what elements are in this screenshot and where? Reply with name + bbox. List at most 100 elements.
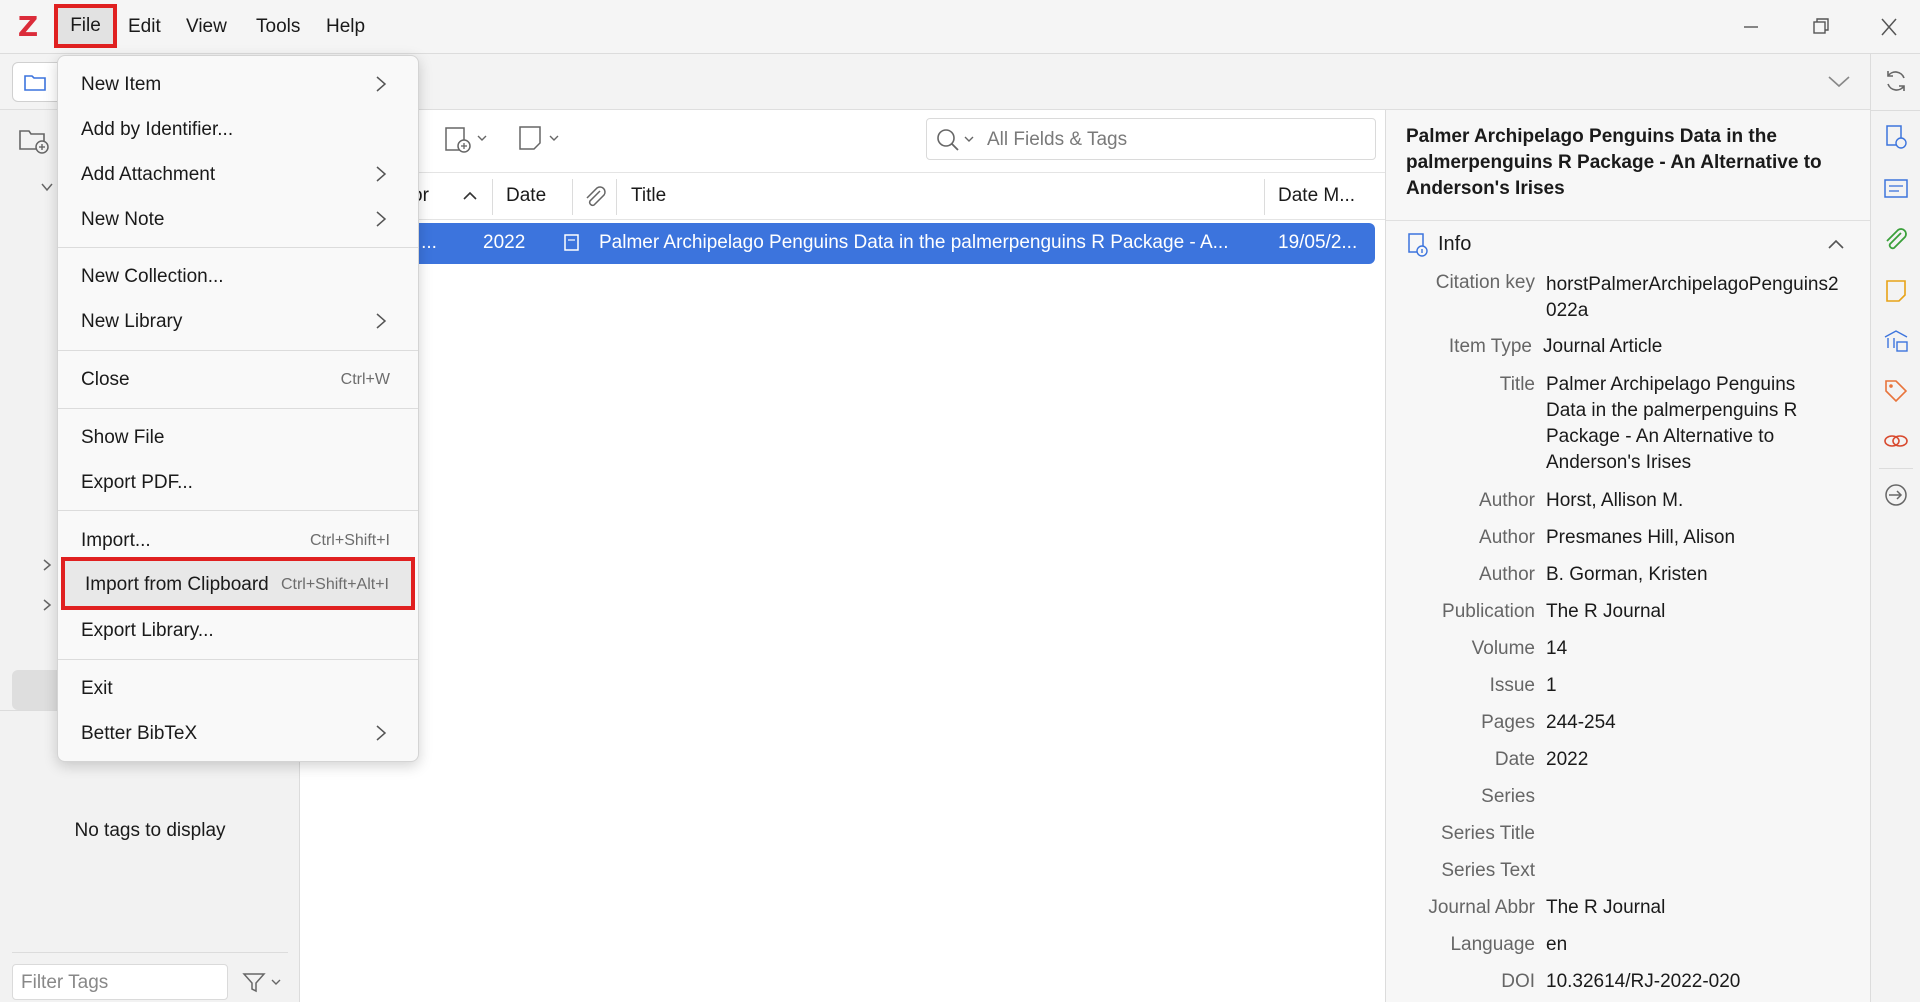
menu-item-label: Exit	[81, 678, 113, 699]
menu-separator	[58, 408, 418, 409]
folder-icon	[24, 75, 46, 91]
field-value-title[interactable]: Palmer Archipelago Penguins Data in the …	[1546, 372, 1816, 476]
menu-tools[interactable]: Tools	[244, 10, 312, 44]
field-value-issue[interactable]: 1	[1546, 673, 1846, 699]
menu-file-label: File	[70, 15, 101, 36]
tags-icon[interactable]	[1883, 378, 1909, 404]
menu-better-bibtex[interactable]: Better BibTeX	[58, 711, 418, 755]
row-title: Palmer Archipelago Penguins Data in the …	[599, 232, 1229, 253]
menu-new-item[interactable]: New Item	[58, 62, 418, 106]
menu-item-label: New Library	[81, 311, 183, 332]
sidenav-divider	[1871, 110, 1920, 111]
locate-icon[interactable]	[1883, 482, 1909, 508]
info-icon[interactable]	[1883, 124, 1909, 150]
field-value-date[interactable]: 2022	[1546, 747, 1846, 773]
col-title[interactable]: Title	[631, 185, 666, 207]
info-section-label: Info	[1438, 233, 1472, 255]
menu-show-file[interactable]: Show File	[58, 415, 418, 459]
field-label: Title	[1499, 374, 1535, 395]
field-label: Item Type	[1448, 336, 1532, 357]
field-label: DOI	[1501, 971, 1535, 992]
new-collection-icon[interactable]	[18, 126, 50, 154]
chevron-right-icon	[376, 313, 387, 329]
item-header-title[interactable]: Palmer Archipelago Penguins Data in the …	[1406, 124, 1846, 202]
field-value-pages[interactable]: 244-254	[1546, 710, 1846, 736]
menu-new-library[interactable]: New Library	[58, 299, 418, 343]
col-date-modified[interactable]: Date M...	[1278, 185, 1355, 207]
menu-help[interactable]: Help	[314, 10, 377, 44]
menu-item-label: New Collection...	[81, 266, 224, 287]
sync-icon[interactable]	[1883, 68, 1909, 94]
search-input[interactable]: All Fields & Tags	[987, 129, 1127, 151]
col-date[interactable]: Date	[506, 185, 546, 207]
add-attachment-icon[interactable]	[440, 122, 494, 156]
menu-bar: Z File Edit View Tools Help	[0, 0, 1920, 54]
filter-tags-input[interactable]: Filter Tags	[12, 964, 228, 1000]
menu-separator	[58, 510, 418, 511]
menu-add-by-identifier[interactable]: Add by Identifier...	[58, 107, 418, 151]
info-section-header[interactable]: Info	[1406, 230, 1846, 260]
menu-exit[interactable]: Exit	[58, 666, 418, 710]
search-icon[interactable]	[935, 127, 979, 153]
tag-selector-actions-icon[interactable]	[240, 970, 284, 996]
menu-close[interactable]: Close Ctrl+W	[58, 357, 418, 401]
menu-add-attachment[interactable]: Add Attachment	[58, 152, 418, 196]
field-value-journal-abbr[interactable]: The R Journal	[1546, 895, 1846, 921]
menu-import[interactable]: Import... Ctrl+Shift+I	[58, 518, 418, 562]
menu-view[interactable]: View	[174, 10, 239, 44]
field-label: Issue	[1489, 675, 1535, 696]
chevron-down-icon[interactable]	[40, 180, 54, 194]
tabs-dropdown-icon[interactable]	[1826, 70, 1852, 92]
no-tags-message: No tags to display	[74, 820, 226, 841]
info-icon	[1408, 233, 1428, 257]
menu-item-label: Better BibTeX	[81, 723, 198, 744]
menu-item-label: Close	[81, 369, 130, 390]
chevron-right-icon[interactable]	[40, 598, 54, 612]
menu-item-label: Export Library...	[81, 620, 214, 641]
menu-edit[interactable]: Edit	[116, 10, 173, 44]
field-value-author[interactable]: Horst, Allison M.	[1546, 488, 1846, 514]
field-value-author[interactable]: B. Gorman, Kristen	[1546, 562, 1846, 588]
column-separator	[1264, 179, 1265, 215]
field-value-publication[interactable]: The R Journal	[1546, 599, 1846, 625]
column-separator	[572, 179, 573, 215]
notes-icon[interactable]	[1883, 278, 1909, 304]
search-bar[interactable]: All Fields & Tags	[926, 118, 1376, 160]
field-value-volume[interactable]: 14	[1546, 636, 1846, 662]
field-value-item-type[interactable]: Journal Article	[1543, 334, 1843, 360]
menu-new-note[interactable]: New Note	[58, 197, 418, 241]
menu-import-from-clipboard[interactable]: Import from Clipboard Ctrl+Shift+Alt+I	[61, 557, 415, 610]
close-window-icon[interactable]	[1866, 10, 1912, 44]
menu-separator	[58, 247, 418, 248]
sort-ascending-icon[interactable]	[462, 189, 478, 203]
new-note-icon[interactable]	[512, 122, 566, 156]
field-value-language[interactable]: en	[1546, 932, 1846, 958]
menu-file[interactable]: File	[54, 4, 117, 48]
field-label: Journal Abbr	[1428, 897, 1535, 918]
chevron-right-icon[interactable]	[40, 558, 54, 572]
field-label: Author	[1479, 490, 1535, 511]
header-divider	[1386, 220, 1871, 221]
field-value-citation-key[interactable]: horstPalmerArchipelagoPenguins2022a	[1546, 272, 1846, 324]
table-row[interactable]: et ... 2022 Palmer Archipelago Penguins …	[400, 223, 1375, 264]
field-label: Date	[1494, 749, 1535, 770]
minimize-icon[interactable]	[1728, 10, 1774, 44]
chevron-right-icon	[376, 166, 387, 182]
column-headers: or Date Title Date M...	[300, 172, 1385, 220]
item-pane-sidenav	[1870, 54, 1920, 1002]
journal-article-icon	[564, 234, 579, 251]
menu-separator	[58, 659, 418, 660]
field-value-doi[interactable]: 10.32614/RJ-2022-020	[1546, 969, 1846, 995]
libraries-collections-icon[interactable]	[1883, 328, 1909, 354]
attachment-column-icon[interactable]	[582, 185, 608, 209]
menu-export-library[interactable]: Export Library...	[58, 608, 418, 652]
menu-new-collection[interactable]: New Collection...	[58, 254, 418, 298]
restore-icon[interactable]	[1797, 10, 1843, 44]
chevron-up-icon[interactable]	[1826, 236, 1846, 252]
attachments-icon[interactable]	[1883, 228, 1909, 254]
menu-item-label: Add by Identifier...	[81, 119, 234, 140]
field-value-author[interactable]: Presmanes Hill, Alison	[1546, 525, 1846, 551]
abstract-icon[interactable]	[1883, 176, 1909, 202]
menu-export-pdf[interactable]: Export PDF...	[58, 460, 418, 504]
related-icon[interactable]	[1883, 428, 1909, 454]
